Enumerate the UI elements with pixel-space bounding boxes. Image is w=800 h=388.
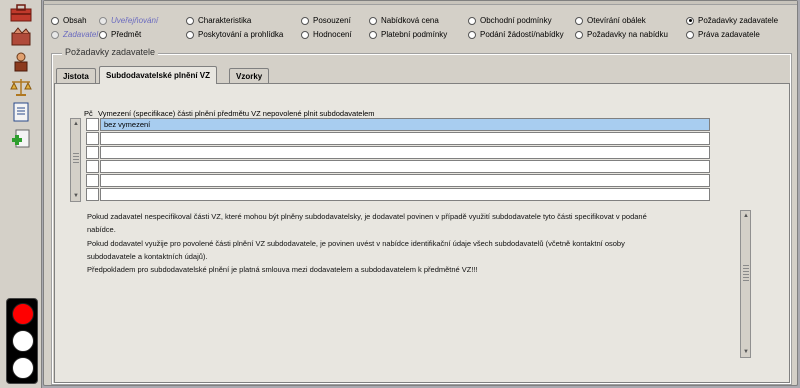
nav-label: Požadavky zadavatele [698, 16, 779, 25]
row-text-cell[interactable] [100, 174, 710, 187]
radio-dot [468, 16, 476, 25]
nav-label: Hodnocení [313, 30, 352, 39]
nav-label: Poskytování a prohlídka [198, 30, 284, 39]
tab-jistota[interactable]: Jistota [56, 68, 96, 83]
nav-label: Nabídková cena [381, 16, 439, 25]
nav-radio-platebni-podminky[interactable]: Platební podmínky [369, 29, 447, 40]
nav-radio-uverejnovani[interactable]: Uveřejňování [99, 15, 158, 26]
exclusions-table: bez vymezení [86, 118, 710, 202]
nav-radio-poskytovani[interactable]: Poskytování a prohlídka [186, 29, 283, 40]
nav-label: Požadavky na nabídku [587, 30, 668, 39]
radio-dot [186, 30, 194, 39]
hand-icon[interactable] [9, 26, 33, 48]
nav-radio-otevirani-obalek[interactable]: Otevírání obálek [575, 15, 646, 26]
radio-dot [575, 16, 583, 25]
table-scrollbar[interactable]: ▲ ▼ [70, 118, 81, 202]
nav-radio-nabidkova-cena[interactable]: Nabídková cena [369, 15, 439, 26]
table-row[interactable] [86, 160, 710, 174]
row-text-cell[interactable] [100, 188, 710, 201]
nav-radio-pozadavky-zadavatele[interactable]: Požadavky zadavatele [686, 15, 778, 26]
radio-dot [301, 16, 309, 25]
table-row[interactable] [86, 188, 710, 202]
info-line: Předpokladem pro subdodavatelské plnění … [87, 265, 478, 275]
green-light-icon [12, 357, 34, 379]
nav-label: Posouzení [313, 16, 351, 25]
tab-vzorky[interactable]: Vzorky [229, 68, 270, 83]
scales-icon[interactable] [9, 76, 33, 98]
nav-radio-predmet[interactable]: Předmět [99, 29, 141, 40]
table-row[interactable] [86, 146, 710, 160]
radio-dot [301, 30, 309, 39]
top-strip [44, 1, 797, 5]
row-number-cell[interactable] [86, 132, 99, 145]
left-toolbar [0, 0, 42, 388]
scroll-down-icon[interactable]: ▼ [72, 192, 80, 200]
radio-dot [575, 30, 583, 39]
radio-dot [186, 16, 194, 25]
amber-light-icon [12, 330, 34, 352]
nav-radio-pozadavky-na-nabidku[interactable]: Požadavky na nabídku [575, 29, 668, 40]
nav-label: Obsah [63, 16, 87, 25]
toolbox-icon[interactable] [9, 2, 33, 24]
table-row[interactable]: bez vymezení [86, 118, 710, 132]
nav-label: Charakteristika [198, 16, 252, 25]
nav-radio-podani-zadosti[interactable]: Podání žádostí/nabídky [468, 29, 564, 40]
row-text-cell[interactable] [100, 132, 710, 145]
info-line: nabídce. [87, 225, 116, 235]
scroll-down-icon[interactable]: ▼ [742, 348, 750, 356]
row-number-cell[interactable] [86, 160, 99, 173]
radio-dot [369, 30, 377, 39]
row-number-cell[interactable] [86, 188, 99, 201]
row-number-cell[interactable] [86, 118, 99, 131]
red-light-icon [12, 303, 34, 325]
nav-label: Předmět [111, 30, 142, 39]
nav-label: Práva zadavatele [698, 30, 760, 39]
nav-radio-zadavatel[interactable]: Zadavatel [51, 29, 98, 40]
row-text-cell[interactable] [100, 146, 710, 159]
nav-label: Platební podmínky [381, 30, 448, 39]
radio-dot [51, 30, 59, 39]
person-icon[interactable] [9, 51, 33, 73]
table-row[interactable] [86, 132, 710, 146]
radio-dot [99, 30, 107, 39]
group-title: Požadavky zadavatele [62, 47, 159, 57]
table-row[interactable] [86, 174, 710, 188]
traffic-light-icon [6, 298, 38, 384]
nav-radio-prava-zadavatele[interactable]: Práva zadavatele [686, 29, 760, 40]
radio-dot [51, 16, 59, 25]
col-header-description: Vymezení (specifikace) části plnění před… [98, 109, 375, 118]
nav-label: Uveřejňování [111, 16, 159, 25]
radio-dot [686, 30, 694, 39]
row-number-cell[interactable] [86, 174, 99, 187]
add-document-icon[interactable] [9, 128, 33, 150]
nav-radio-charakteristika[interactable]: Charakteristika [186, 15, 251, 26]
nav-label: Zadavatel [63, 30, 99, 39]
row-text-cell[interactable] [100, 160, 710, 173]
radio-dot [686, 16, 694, 25]
info-line: Pokud zadavatel nespecifikoval části VZ,… [87, 212, 647, 221]
scroll-up-icon[interactable]: ▲ [742, 212, 750, 220]
tab-subdodavatelske-plneni[interactable]: Subdodavatelské plnění VZ [99, 66, 218, 84]
radio-dot [468, 30, 476, 39]
table-header: Pč Vymezení (specifikace) části plnění př… [84, 109, 375, 118]
nav-label: Otevírání obálek [587, 16, 646, 25]
col-header-number: Pč [84, 109, 93, 118]
nav-label: Podání žádostí/nabídky [480, 30, 564, 39]
nav-radio-obsah[interactable]: Obsah [51, 15, 87, 26]
row-text-cell[interactable]: bez vymezení [100, 118, 710, 131]
nav-radio-posouzeni[interactable]: Posouzení [301, 15, 351, 26]
radio-dot [99, 16, 107, 25]
scroll-up-icon[interactable]: ▲ [72, 120, 80, 128]
radio-dot [369, 16, 377, 25]
document-icon[interactable] [9, 101, 33, 123]
info-line: subdodavatele a kontaktních údajů). [87, 251, 208, 261]
nav-radio-obchodni-podminky[interactable]: Obchodní podmínky [468, 15, 552, 26]
info-scrollbar[interactable]: ▲ ▼ [740, 210, 751, 358]
info-text: Pokud zadavatel nespecifikoval části VZ,… [87, 210, 727, 276]
nav-radio-hodnoceni[interactable]: Hodnocení [301, 29, 352, 40]
row-number-cell[interactable] [86, 146, 99, 159]
info-line: Pokud dodavatel využije pro povolené čás… [87, 238, 625, 248]
nav-label: Obchodní podmínky [480, 16, 552, 25]
